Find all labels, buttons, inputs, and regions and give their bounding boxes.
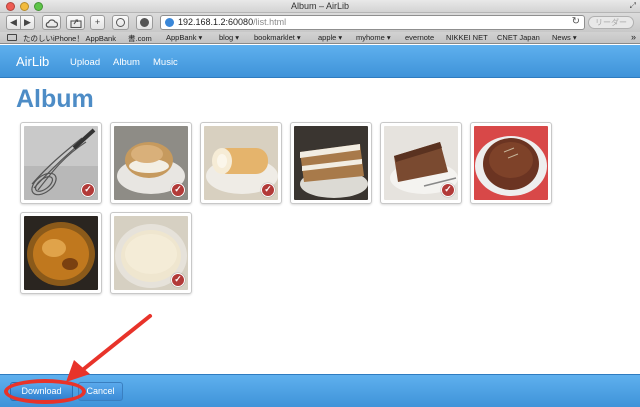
add-bookmark-button[interactable]: + (90, 15, 105, 30)
download-button[interactable]: Download (10, 382, 73, 401)
icloud-tabs-button[interactable] (42, 15, 61, 30)
bookmark-item[interactable]: たのしいiPhone！ AppBank (23, 33, 116, 44)
bookmark-item[interactable]: blog ▾ (219, 33, 239, 42)
photo-thumbnail-creme-brulee[interactable] (20, 212, 102, 294)
forward-button[interactable]: ▶ (20, 15, 35, 30)
bookmark-item[interactable]: AppBank ▾ (166, 33, 202, 42)
selected-check-icon: ✓ (81, 183, 95, 197)
bookmark-item[interactable]: apple ▾ (318, 33, 342, 42)
selected-check-icon: ✓ (441, 183, 455, 197)
photo-thumbnail-whisk[interactable]: ✓ (20, 122, 102, 204)
photo-thumbnail-layer-cake[interactable] (290, 122, 372, 204)
plus-icon: + (94, 17, 101, 27)
share-button[interactable] (66, 15, 85, 30)
back-icon: ◀ (10, 17, 17, 27)
back-button[interactable]: ◀ (6, 15, 21, 30)
selected-check-icon: ✓ (171, 273, 185, 287)
url-path: /list.html (253, 17, 287, 27)
stop-icon (140, 18, 149, 27)
address-text: 192.168.1.2:60080/list.html (178, 17, 286, 27)
nav-music-link[interactable]: Music (153, 57, 178, 68)
bookmark-item[interactable]: bookmarklet ▾ (254, 33, 301, 42)
url-host: 192.168.1.2:60080 (178, 17, 254, 27)
share-icon (69, 19, 82, 29)
photo-thumbnail-chocolate-cake[interactable] (470, 122, 552, 204)
creme-brulee-photo (24, 216, 98, 290)
globe-icon (165, 18, 174, 27)
selected-check-icon: ✓ (171, 183, 185, 197)
app-brand[interactable]: AirLib (16, 54, 49, 69)
window-title: Album – AirLib (290, 1, 350, 11)
bookmarks-book-icon[interactable] (7, 34, 17, 41)
top-sites-button[interactable] (112, 15, 129, 30)
bookmark-item[interactable]: evernote (405, 33, 434, 42)
cancel-button[interactable]: Cancel (78, 382, 123, 401)
bookmark-item[interactable]: News ▾ (552, 33, 577, 42)
fullscreen-icon[interactable]: ⤢ (630, 1, 636, 11)
photo-thumbnail-panna-cotta[interactable]: ✓ (110, 212, 192, 294)
address-bar[interactable]: 192.168.1.2:60080/list.html ↻ (160, 15, 585, 30)
page-title: Album (16, 85, 94, 113)
photo-thumbnail-roll-cake[interactable]: ✓ (200, 122, 282, 204)
bookmark-item[interactable]: myhome ▾ (356, 33, 391, 42)
nav-album-link[interactable]: Album (113, 57, 140, 68)
extension-button[interactable] (136, 15, 153, 30)
forward-icon: ▶ (24, 17, 31, 27)
footer-bar: Download Cancel (0, 374, 640, 407)
window-titlebar: Album – AirLib ⤢ (0, 0, 640, 13)
nav-upload-link[interactable]: Upload (70, 57, 100, 68)
app-navbar: AirLib Upload Album Music (0, 45, 640, 78)
reload-icon[interactable]: ↻ (572, 16, 580, 27)
chocolate-cake-photo (474, 126, 548, 200)
browser-toolbar: ◀ ▶ + 192.168.1.2:60080/list.html ↻ リーダー (0, 13, 640, 32)
cloud-icon (45, 19, 59, 28)
bookmark-item[interactable]: 書.com (128, 33, 152, 44)
photo-thumbnail-cream-puff[interactable]: ✓ (110, 122, 192, 204)
bookmark-item[interactable]: NIKKEI NET (446, 33, 488, 42)
layer-cake-photo (294, 126, 368, 200)
reader-button[interactable]: リーダー (588, 16, 634, 29)
clock-icon (116, 18, 125, 27)
more-bookmarks-icon[interactable]: » (631, 32, 636, 42)
selected-check-icon: ✓ (261, 183, 275, 197)
bookmark-item[interactable]: CNET Japan (497, 33, 540, 42)
bookmarks-bar: たのしいiPhone！ AppBank 書.com AppBank ▾ blog… (0, 32, 640, 44)
photo-thumbnail-chocolate-slice[interactable]: ✓ (380, 122, 462, 204)
